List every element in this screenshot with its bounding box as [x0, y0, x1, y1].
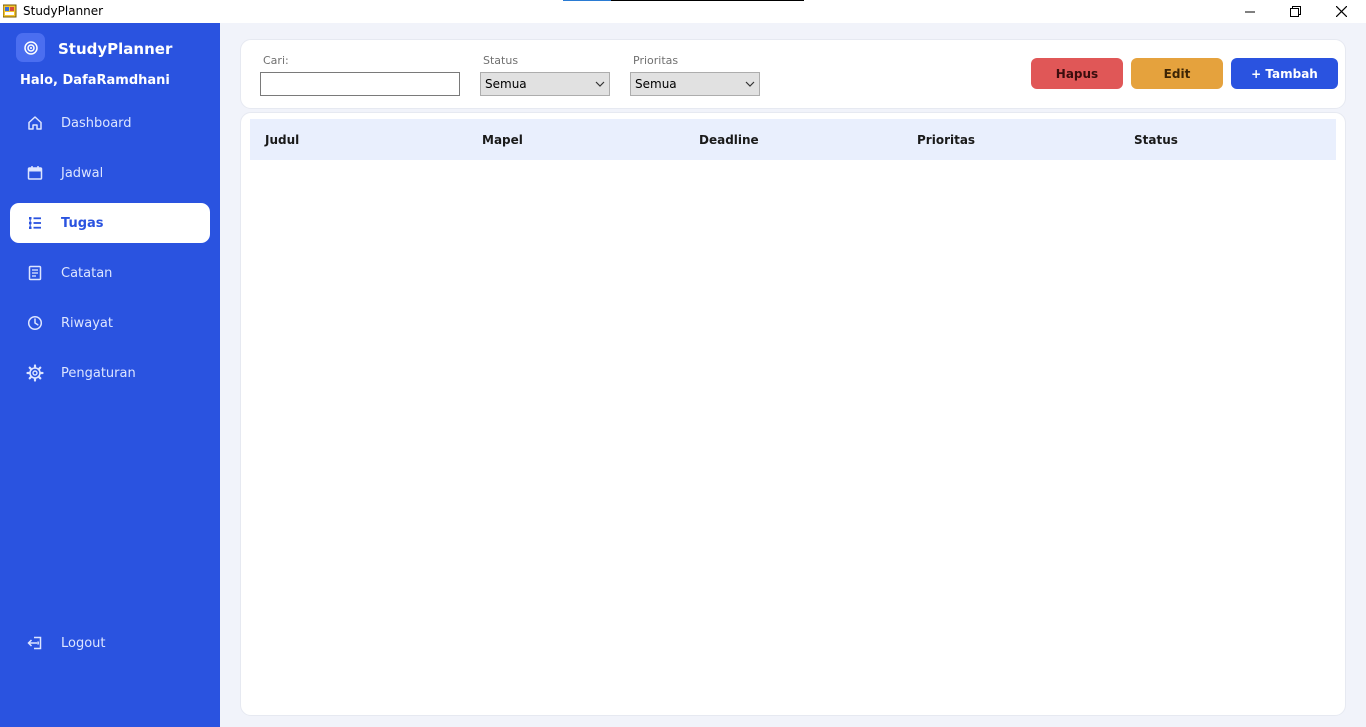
app-icon	[3, 4, 17, 18]
status-select-value: Semua	[485, 77, 527, 91]
sidebar-item-label: Catatan	[61, 265, 113, 281]
window-titlebar: StudyPlanner	[0, 0, 1366, 23]
sidebar-item-label: Tugas	[61, 215, 104, 231]
sidebar-item-label: Pengaturan	[61, 365, 136, 381]
filter-panel: Cari: Status Semua Prioritas Semua Hapus…	[240, 39, 1346, 109]
sidebar-item-dashboard[interactable]: Dashboard	[10, 103, 210, 143]
sidebar-item-tugas[interactable]: Tugas	[10, 203, 210, 243]
priority-select[interactable]: Semua	[630, 72, 760, 96]
window-title: StudyPlanner	[23, 4, 104, 18]
home-icon	[25, 113, 45, 133]
target-icon	[23, 40, 38, 55]
sidebar-item-label: Dashboard	[61, 115, 132, 131]
minimize-button[interactable]	[1227, 0, 1273, 23]
chevron-down-icon	[595, 81, 605, 87]
priority-label: Prioritas	[633, 54, 679, 67]
sidebar-item-pengaturan[interactable]: Pengaturan	[10, 353, 210, 393]
sidebar: StudyPlanner Halo, DafaRamdhani Dashboar…	[0, 23, 220, 727]
close-button[interactable]	[1318, 0, 1364, 23]
minimize-icon	[1245, 11, 1255, 12]
column-header-prioritas[interactable]: Prioritas	[917, 133, 975, 147]
chevron-down-icon	[745, 81, 755, 87]
note-icon	[25, 263, 45, 283]
brand-name: StudyPlanner	[58, 40, 173, 58]
column-header-deadline[interactable]: Deadline	[699, 133, 759, 147]
logout-label: Logout	[61, 635, 106, 651]
sidebar-item-label: Riwayat	[61, 315, 113, 331]
table-header: Judul Mapel Deadline Prioritas Status	[250, 119, 1336, 160]
main-content: Cari: Status Semua Prioritas Semua Hapus…	[220, 23, 1366, 727]
calendar-icon	[25, 163, 45, 183]
sidebar-item-jadwal[interactable]: Jadwal	[10, 153, 210, 193]
gear-icon	[25, 363, 45, 383]
priority-select-value: Semua	[635, 77, 677, 91]
status-label: Status	[483, 54, 519, 67]
task-list-icon	[25, 213, 45, 233]
restore-button[interactable]	[1272, 0, 1318, 23]
status-select[interactable]: Semua	[480, 72, 610, 96]
edit-button[interactable]: Edit	[1131, 58, 1223, 89]
search-label: Cari:	[263, 54, 289, 67]
search-input[interactable]	[260, 72, 460, 96]
sidebar-item-label: Jadwal	[61, 165, 104, 181]
restore-icon	[1289, 6, 1301, 17]
title-accent-bar	[563, 0, 804, 1]
close-icon	[1335, 6, 1347, 17]
sidebar-item-catatan[interactable]: Catatan	[10, 253, 210, 293]
user-greeting: Halo, DafaRamdhani	[20, 73, 170, 88]
logo	[16, 33, 45, 62]
add-button[interactable]: + Tambah	[1231, 58, 1338, 89]
logout-icon	[25, 633, 45, 653]
logout-button[interactable]: Logout	[10, 623, 210, 663]
column-header-judul[interactable]: Judul	[265, 133, 299, 147]
column-header-mapel[interactable]: Mapel	[482, 133, 523, 147]
column-header-status[interactable]: Status	[1134, 133, 1178, 147]
sidebar-item-riwayat[interactable]: Riwayat	[10, 303, 210, 343]
task-table: Judul Mapel Deadline Prioritas Status	[240, 112, 1346, 716]
delete-button[interactable]: Hapus	[1031, 58, 1123, 89]
clock-icon	[25, 313, 45, 333]
